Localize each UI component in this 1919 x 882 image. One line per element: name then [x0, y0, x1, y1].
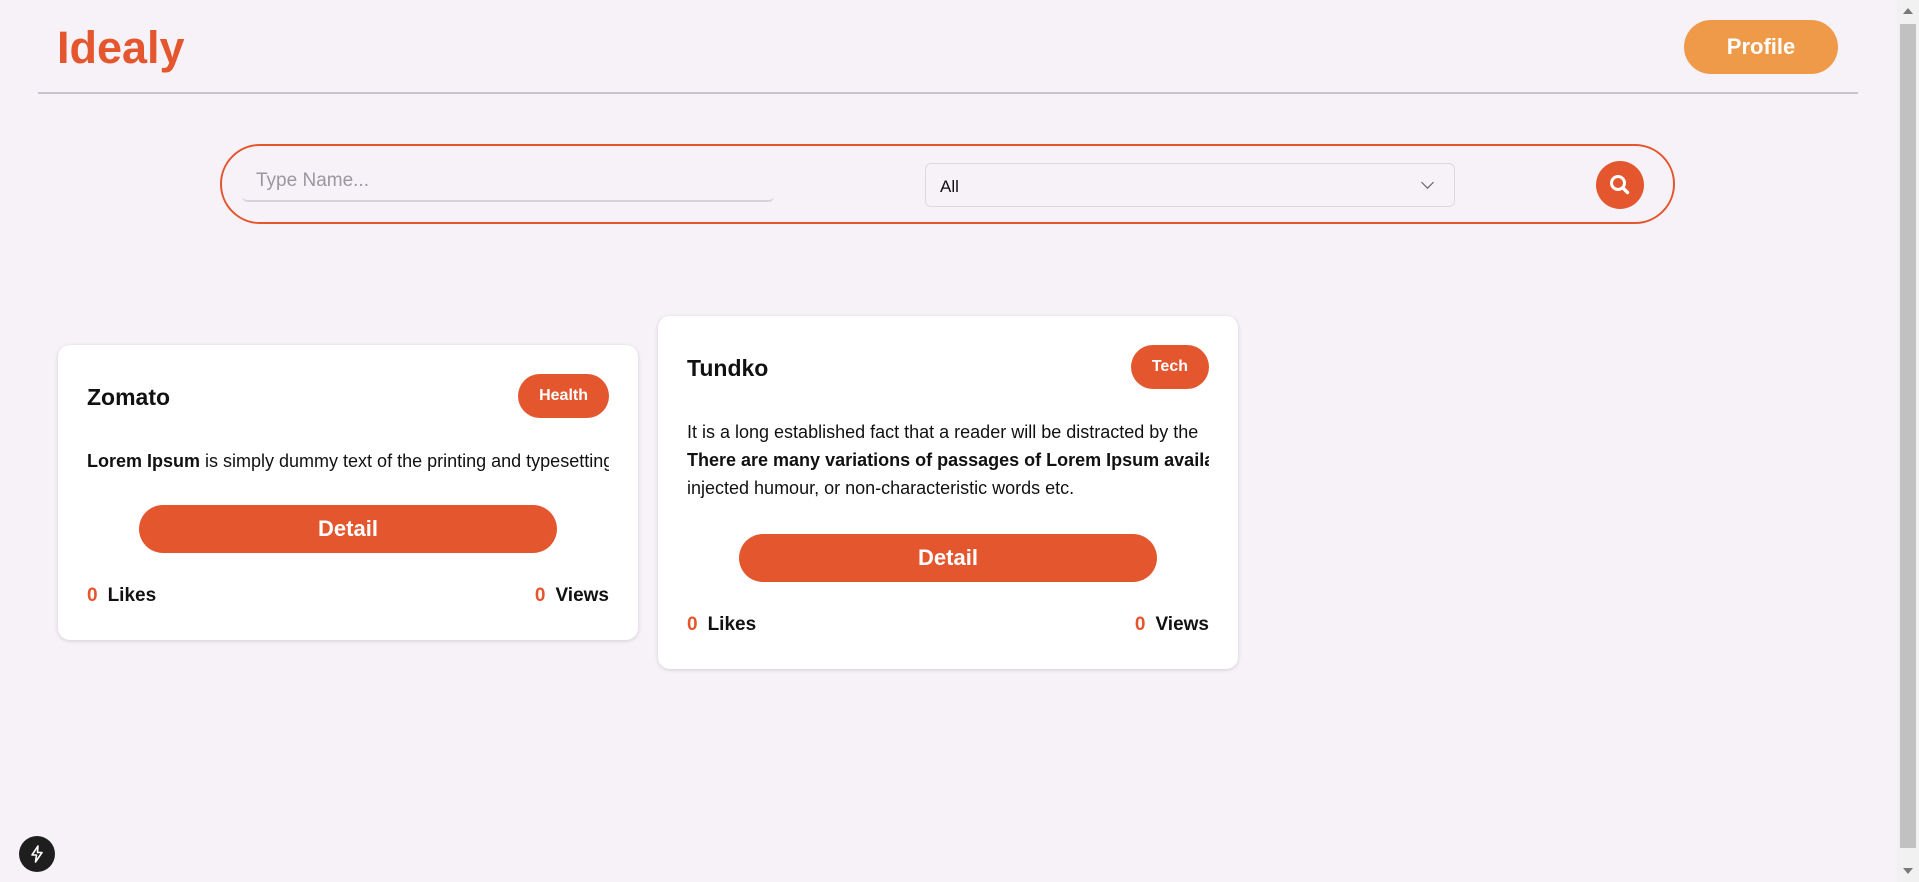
- app-logo[interactable]: Idealy: [57, 22, 185, 74]
- lightning-icon: [31, 845, 43, 863]
- category-badge: Health: [518, 374, 609, 418]
- search-icon: [1610, 175, 1630, 195]
- scroll-down-icon[interactable]: [1903, 868, 1913, 874]
- profile-button[interactable]: Profile: [1684, 20, 1838, 74]
- likes-count: 0 Likes: [687, 614, 757, 635]
- scroll-up-icon[interactable]: [1903, 8, 1913, 14]
- description-line: injected humour, or non-characteristic w…: [687, 478, 1075, 498]
- scroll-thumb[interactable]: [1900, 24, 1916, 848]
- views-count: 0 Views: [1134, 614, 1209, 635]
- card-title: Tundko: [687, 355, 769, 381]
- description-line: There are many variations of passages of…: [687, 450, 1209, 470]
- likes-count: 0 Likes: [87, 585, 157, 606]
- search-button[interactable]: [1596, 161, 1644, 209]
- idea-card: Tundko Tech It is a long established fac…: [658, 316, 1238, 669]
- category-select[interactable]: All: [925, 163, 1455, 207]
- description-line: It is a long established fact that a rea…: [687, 422, 1199, 442]
- category-badge: Tech: [1130, 345, 1209, 389]
- views-count: 0 Views: [534, 585, 609, 606]
- idea-card: Zomato Health Lorem Ipsum is simply dumm…: [58, 345, 638, 640]
- detail-button[interactable]: Detail: [139, 505, 557, 553]
- search-bar: All: [220, 144, 1675, 224]
- chevron-down-icon: [1421, 176, 1434, 189]
- dev-tools-button[interactable]: [19, 836, 55, 872]
- description-line: Lorem Ipsum is simply dummy text of the …: [87, 451, 609, 471]
- vertical-scrollbar[interactable]: [1897, 0, 1919, 882]
- top-header: Idealy Profile: [38, 0, 1858, 94]
- category-select-value: All: [940, 177, 959, 196]
- card-title: Zomato: [87, 384, 171, 410]
- detail-button[interactable]: Detail: [739, 534, 1157, 582]
- card-description: It is a long established fact that a rea…: [687, 418, 1209, 502]
- card-description: Lorem Ipsum is simply dummy text of the …: [87, 447, 609, 475]
- search-input[interactable]: [242, 162, 774, 202]
